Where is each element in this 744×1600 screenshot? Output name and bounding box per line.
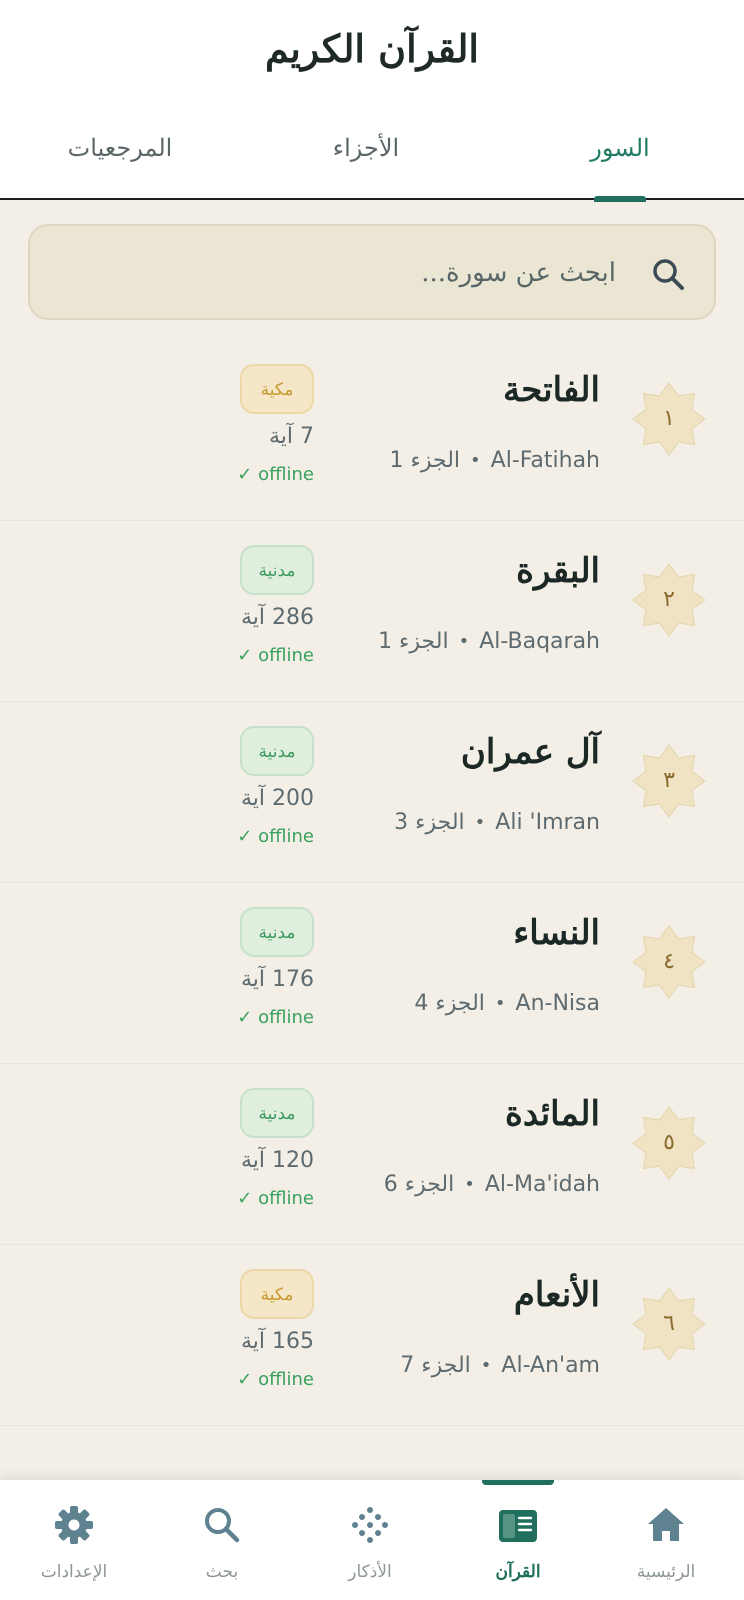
surah-number-badge: ١ [632, 382, 706, 456]
surah-number: ١ [663, 406, 675, 431]
surah-name-arabic: المائدة [505, 1094, 600, 1134]
surah-row[interactable]: ٣ آل عمران الجزء 3 • Ali 'Imran مدنية 200 آية ✓… [0, 702, 744, 883]
revelation-type-badge: مدنية [240, 726, 314, 776]
nav-label: بحث [205, 1562, 239, 1582]
surah-row[interactable]: ٥ المائدة الجزء 6 • Al-Ma'idah مدنية 120 آية ✓ … [0, 1064, 744, 1245]
ayat-count: 200 آية [240, 786, 314, 811]
surah-number-badge: ٥ [632, 1106, 706, 1180]
surah-name-english: Al-Fatihah [490, 448, 600, 473]
search-bar[interactable] [28, 224, 716, 320]
surah-name-arabic: آل عمران [460, 732, 600, 772]
dots-icon [352, 1507, 388, 1543]
surah-number: ٢ [663, 587, 675, 612]
nav-settings[interactable]: الإعدادات [0, 1480, 148, 1600]
ayat-count: 7 آية [268, 424, 314, 449]
offline-status: ✓ offline [237, 464, 314, 485]
search-icon [205, 1508, 240, 1543]
surah-row[interactable]: ٢ البقرة الجزء 1 • Al-Baqarah مدنية 286 آية ✓ o… [0, 521, 744, 702]
surah-number-badge: ٦ [632, 1287, 706, 1361]
surah-name-arabic: الفاتحة [502, 370, 600, 410]
surah-juz: الجزء 6 [383, 1172, 455, 1197]
offline-status: ✓ offline [237, 1188, 314, 1209]
page-title: القرآن الكريم [265, 26, 479, 71]
ayat-count: 120 آية [240, 1148, 314, 1173]
gear-icon [55, 1506, 93, 1544]
tab-juz[interactable]: الأجزاء [266, 134, 466, 162]
separator-dot: • [464, 1174, 475, 1195]
surah-row[interactable]: ١ الفاتحة الجزء 1 • Al-Fatihah مكية 7 آية ✓ off… [0, 340, 744, 521]
nav-adhkar[interactable]: الأذكار [296, 1480, 444, 1600]
tab-surahs[interactable]: السور [520, 134, 720, 162]
offline-status: ✓ offline [237, 645, 314, 666]
surah-number: ٥ [663, 1130, 675, 1155]
surah-name-english: Al-An'am [501, 1353, 600, 1378]
surah-number-badge: ٤ [632, 925, 706, 999]
tab-references[interactable]: المرجعيات [20, 134, 220, 162]
surah-name-arabic: النساء [513, 913, 600, 953]
separator-dot: • [458, 631, 470, 652]
revelation-type-badge: مدنية [240, 545, 314, 595]
nav-label: الأذكار [348, 1562, 392, 1582]
nav-search[interactable]: بحث [148, 1480, 296, 1600]
surah-number: ٤ [663, 949, 675, 974]
surah-list: ١ الفاتحة الجزء 1 • Al-Fatihah مكية 7 آية ✓ off… [0, 340, 744, 1480]
surah-row[interactable]: ٦ الأنعام الجزء 7 • Al-An'am مكية 165 آية ✓ off… [0, 1245, 744, 1426]
nav-label: الرئيسية [636, 1562, 696, 1582]
surah-number: ٣ [663, 768, 675, 793]
ayat-count: 176 آية [240, 967, 314, 992]
surah-name-arabic: الأنعام [513, 1275, 600, 1315]
offline-status: ✓ offline [237, 1007, 314, 1028]
surah-name-english: Al-Ma'idah [484, 1172, 600, 1197]
nav-label: الإعدادات [40, 1562, 108, 1582]
surah-number-badge: ٣ [632, 744, 706, 818]
surah-number-badge: ٢ [632, 563, 706, 637]
surah-juz: الجزء 4 [414, 991, 485, 1016]
separator-dot: • [494, 993, 506, 1014]
bottom-navigation: الإعدادات بحث الأذكار القرآن الرئيسية [0, 1480, 744, 1600]
active-nav-indicator [482, 1480, 554, 1485]
surah-juz: الجزء 7 [400, 1353, 471, 1378]
search-icon[interactable] [650, 256, 686, 292]
revelation-type-badge: مكية [240, 364, 314, 414]
active-tab-indicator [594, 196, 646, 202]
home-icon [648, 1508, 684, 1541]
surah-juz: الجزء 3 [394, 810, 465, 835]
ayat-count: 286 آية [240, 605, 314, 630]
nav-quran[interactable]: القرآن [444, 1480, 592, 1600]
nav-home[interactable]: الرئيسية [592, 1480, 740, 1600]
nav-label: القرآن [495, 1562, 541, 1582]
surah-juz: الجزء 1 [378, 629, 449, 654]
offline-status: ✓ offline [237, 1369, 314, 1390]
revelation-type-badge: مكية [240, 1269, 314, 1319]
surah-name-english: Ali 'Imran [495, 810, 600, 835]
separator-dot: • [480, 1355, 492, 1376]
surah-name-english: Al-Baqarah [479, 629, 600, 654]
search-input[interactable] [134, 246, 618, 300]
revelation-type-badge: مدنية [240, 1088, 314, 1138]
revelation-type-badge: مدنية [240, 907, 314, 957]
separator-dot: • [474, 812, 486, 833]
surah-name-english: An-Nisa [515, 991, 600, 1016]
surah-juz: الجزء 1 [389, 448, 461, 473]
offline-status: ✓ offline [237, 826, 314, 847]
surah-name-arabic: البقرة [516, 551, 600, 591]
book-icon [499, 1510, 537, 1542]
surah-number: ٦ [663, 1311, 675, 1336]
surah-row[interactable]: ٤ النساء الجزء 4 • An-Nisa مدنية 176 آية ✓ offl… [0, 883, 744, 1064]
separator-dot: • [470, 450, 481, 471]
app-header: القرآن الكريم المرجعيات الأجزاء السور [0, 0, 744, 202]
ayat-count: 165 آية [240, 1329, 314, 1354]
